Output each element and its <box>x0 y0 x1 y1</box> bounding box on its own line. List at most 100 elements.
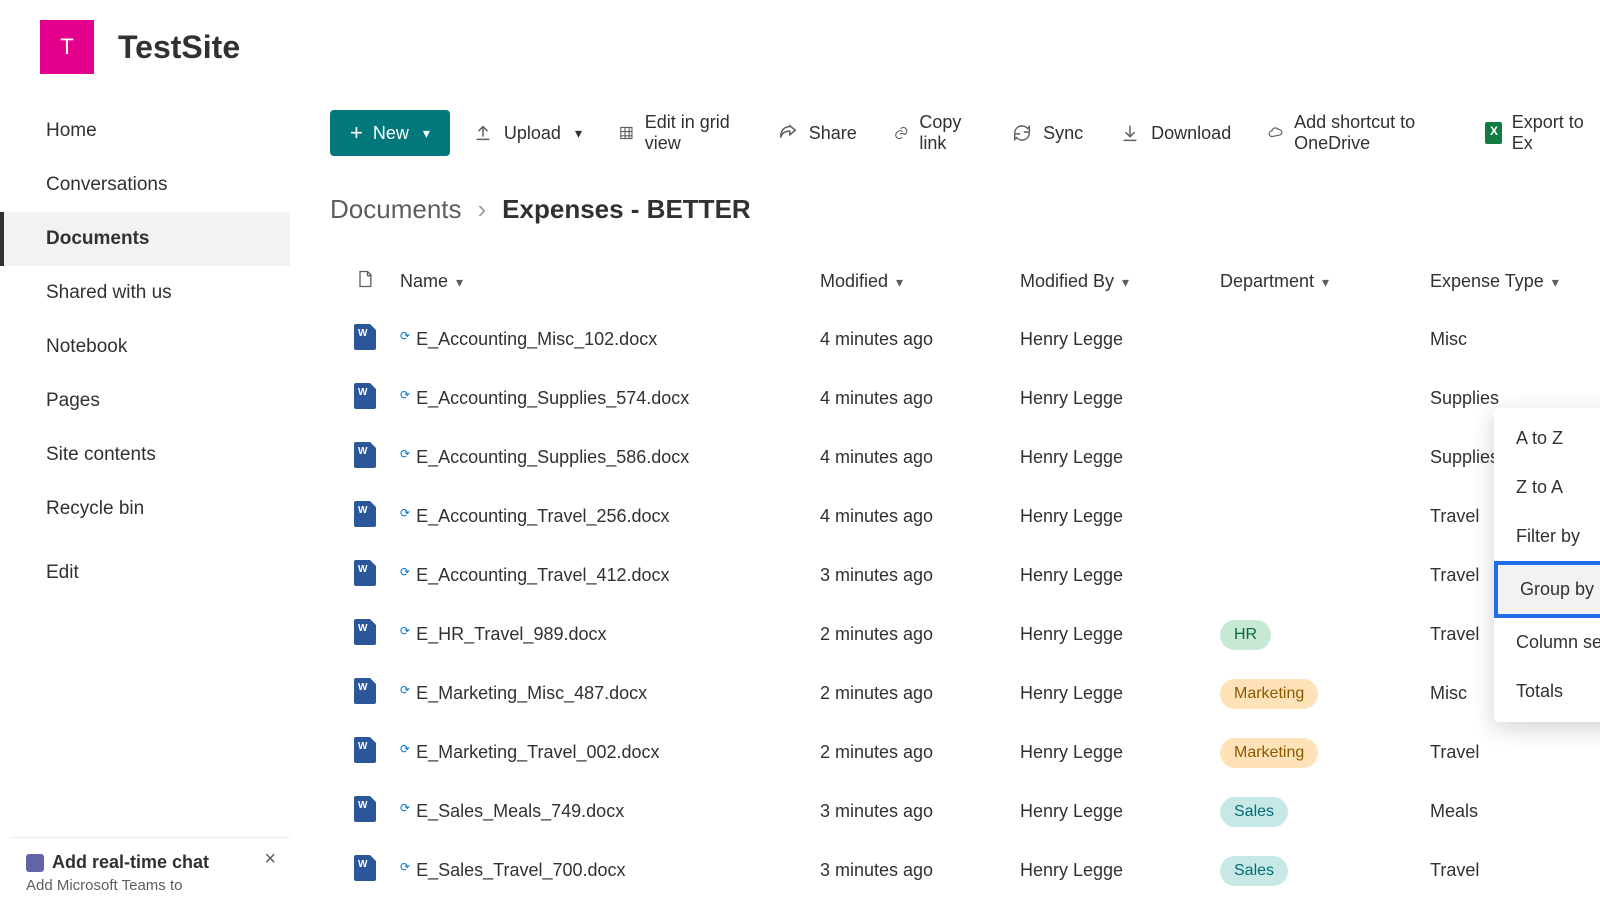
file-name-cell[interactable]: ⟳E_Sales_Meals_749.docx <box>400 801 820 822</box>
modified-by-cell: Henry Legge <box>1020 683 1220 704</box>
column-header-name[interactable]: Name▾ <box>400 271 820 292</box>
sync-pending-icon: ⟳ <box>400 624 410 638</box>
file-type-cell <box>330 501 400 532</box>
chevron-down-icon: ▾ <box>1122 274 1129 290</box>
sidebar-item-shared-with-us[interactable]: Shared with us <box>0 266 290 320</box>
sidebar-item-site-contents[interactable]: Site contents <box>0 428 290 482</box>
department-pill: Marketing <box>1220 738 1318 768</box>
share-button[interactable]: Share <box>763 112 871 154</box>
department-cell: HR <box>1220 620 1430 650</box>
chat-banner-title[interactable]: Add real-time chat <box>26 852 274 873</box>
modified-cell: 2 minutes ago <box>820 683 1020 704</box>
add-shortcut-button[interactable]: Add shortcut to OneDrive <box>1253 102 1463 164</box>
modified-by-cell: Henry Legge <box>1020 329 1220 350</box>
breadcrumb: Documents › Expenses - BETTER <box>330 184 1600 253</box>
modified-cell: 4 minutes ago <box>820 388 1020 409</box>
share-label: Share <box>809 123 857 144</box>
sidebar-item-notebook[interactable]: Notebook <box>0 320 290 374</box>
file-type-cell <box>330 442 400 473</box>
sidebar-item-documents[interactable]: Documents <box>0 212 290 266</box>
export-excel-button[interactable]: Export to Ex <box>1471 102 1600 164</box>
file-name-cell[interactable]: ⟳E_Marketing_Misc_487.docx <box>400 683 820 704</box>
plus-icon: + <box>350 122 363 144</box>
word-doc-icon <box>354 796 376 822</box>
word-doc-icon <box>354 324 376 350</box>
menu-item-a-to-z[interactable]: A to Z <box>1494 414 1600 463</box>
upload-button[interactable]: Upload ▾ <box>458 112 596 154</box>
department-pill: Sales <box>1220 856 1288 886</box>
new-button[interactable]: + New ▾ <box>330 110 450 156</box>
table-row[interactable]: ⟳E_Marketing_Misc_487.docx2 minutes agoH… <box>330 664 1600 723</box>
sidebar-item-home[interactable]: Home <box>0 104 290 158</box>
file-type-cell <box>330 560 400 591</box>
sync-button[interactable]: Sync <box>997 112 1097 154</box>
word-doc-icon <box>354 560 376 586</box>
word-doc-icon <box>354 619 376 645</box>
chevron-down-icon: ▾ <box>1322 274 1329 290</box>
file-name-cell[interactable]: ⟳E_Accounting_Travel_256.docx <box>400 506 820 527</box>
sidebar-item-conversations[interactable]: Conversations <box>0 158 290 212</box>
modified-by-cell: Henry Legge <box>1020 742 1220 763</box>
menu-item-column-settings[interactable]: Column settings› <box>1494 618 1600 667</box>
sidebar-edit-link[interactable]: Edit <box>0 546 290 600</box>
modified-by-cell: Henry Legge <box>1020 860 1220 881</box>
column-header-expense-type[interactable]: Expense Type▾ <box>1430 271 1590 292</box>
sync-pending-icon: ⟳ <box>400 860 410 874</box>
menu-item-filter-by[interactable]: Filter by <box>1494 512 1600 561</box>
modified-cell: 4 minutes ago <box>820 447 1020 468</box>
department-pill: Sales <box>1220 797 1288 827</box>
table-row[interactable]: ⟳E_Accounting_Travel_256.docx4 minutes a… <box>330 487 1600 546</box>
table-row[interactable]: ⟳E_Accounting_Supplies_586.docx4 minutes… <box>330 428 1600 487</box>
file-name-cell[interactable]: ⟳E_Accounting_Supplies_574.docx <box>400 388 820 409</box>
file-type-cell <box>330 324 400 355</box>
download-icon <box>1119 122 1141 144</box>
table-row[interactable]: ⟳E_Accounting_Misc_102.docx4 minutes ago… <box>330 310 1600 369</box>
teams-icon <box>26 854 44 872</box>
column-header-type[interactable] <box>330 267 400 296</box>
word-doc-icon <box>354 737 376 763</box>
menu-item-group-by-department[interactable]: Group by Department <box>1494 561 1600 618</box>
chevron-down-icon: ▾ <box>1552 274 1559 290</box>
file-name-cell[interactable]: ⟳E_Marketing_Travel_002.docx <box>400 742 820 763</box>
sync-pending-icon: ⟳ <box>400 506 410 520</box>
file-name-cell[interactable]: ⟳E_Sales_Travel_700.docx <box>400 860 820 881</box>
download-button[interactable]: Download <box>1105 112 1245 154</box>
column-header-department[interactable]: Department▾ <box>1220 271 1430 292</box>
menu-item-totals[interactable]: Totals› <box>1494 667 1600 716</box>
copy-link-button[interactable]: Copy link <box>879 102 989 164</box>
modified-cell: 3 minutes ago <box>820 565 1020 586</box>
modified-cell: 4 minutes ago <box>820 329 1020 350</box>
sync-pending-icon: ⟳ <box>400 801 410 815</box>
file-name-cell[interactable]: ⟳E_Accounting_Misc_102.docx <box>400 329 820 350</box>
department-cell: Marketing <box>1220 738 1430 768</box>
table-row[interactable]: ⟳E_Marketing_Travel_002.docx2 minutes ag… <box>330 723 1600 782</box>
new-button-label: New <box>373 123 409 144</box>
modified-by-cell: Henry Legge <box>1020 565 1220 586</box>
close-icon[interactable]: × <box>264 848 276 871</box>
department-cell: Sales <box>1220 797 1430 827</box>
menu-item-z-to-a[interactable]: Z to A <box>1494 463 1600 512</box>
sidebar-item-pages[interactable]: Pages <box>0 374 290 428</box>
chat-banner-subtitle: Add Microsoft Teams to <box>26 877 274 894</box>
file-name-cell[interactable]: ⟳E_Accounting_Supplies_586.docx <box>400 447 820 468</box>
sidebar: HomeConversationsDocumentsShared with us… <box>0 94 290 900</box>
table-row[interactable]: ⟳E_Sales_Travel_700.docx3 minutes agoHen… <box>330 841 1600 900</box>
table-row[interactable]: ⟳E_Accounting_Supplies_574.docx4 minutes… <box>330 369 1600 428</box>
sync-pending-icon: ⟳ <box>400 683 410 697</box>
expense-type-cell: Misc <box>1430 329 1590 350</box>
table-row[interactable]: ⟳E_Accounting_Travel_412.docx3 minutes a… <box>330 546 1600 605</box>
chevron-down-icon: ▾ <box>423 125 430 142</box>
breadcrumb-root[interactable]: Documents <box>330 194 462 225</box>
site-logo[interactable]: T <box>40 20 94 74</box>
table-row[interactable]: ⟳E_HR_Travel_989.docx2 minutes agoHenry … <box>330 605 1600 664</box>
file-name-cell[interactable]: ⟳E_HR_Travel_989.docx <box>400 624 820 645</box>
table-row[interactable]: ⟳E_Sales_Meals_749.docx3 minutes agoHenr… <box>330 782 1600 841</box>
column-header-modified-by[interactable]: Modified By▾ <box>1020 271 1220 292</box>
expense-type-cell: Supplies <box>1430 388 1590 409</box>
file-name-cell[interactable]: ⟳E_Accounting_Travel_412.docx <box>400 565 820 586</box>
modified-by-cell: Henry Legge <box>1020 801 1220 822</box>
edit-grid-button[interactable]: Edit in grid view <box>604 102 755 164</box>
column-header-modified[interactable]: Modified▾ <box>820 271 1020 292</box>
file-type-cell <box>330 678 400 709</box>
sidebar-item-recycle-bin[interactable]: Recycle bin <box>0 482 290 536</box>
